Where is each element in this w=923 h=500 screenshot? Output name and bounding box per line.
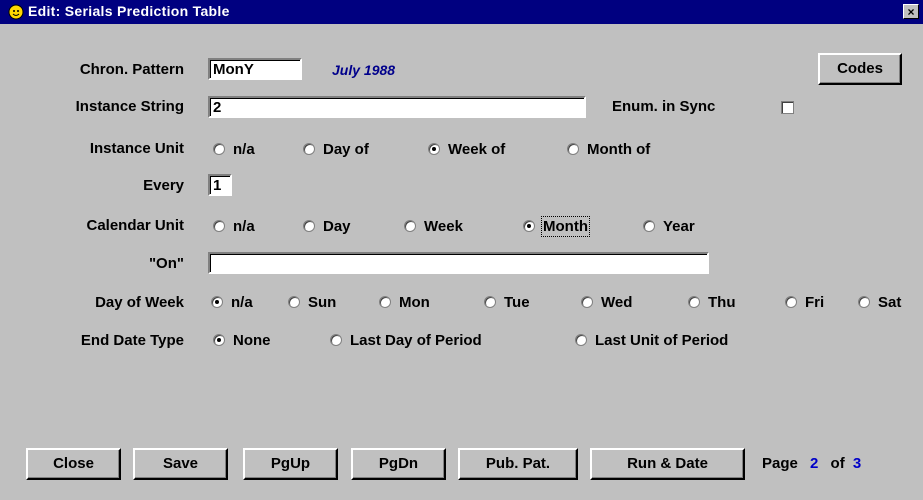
instance-string-label: Instance String — [75, 98, 184, 115]
radio-button-icon — [567, 143, 579, 155]
chron-pattern-date: July 1988 — [332, 62, 396, 78]
instance-unit-label: Instance Unit — [89, 140, 184, 157]
day-of-week-label: Day of Week — [95, 294, 184, 311]
on-label: "On" — [148, 255, 184, 272]
radio-button-icon — [288, 296, 300, 308]
app-icon — [8, 4, 24, 20]
radio-button-icon — [379, 296, 391, 308]
end-date-type-label: End Date Type — [80, 332, 184, 349]
radio-button-icon — [211, 296, 223, 308]
radio-button-icon — [785, 296, 797, 308]
every-label: Every — [143, 177, 184, 194]
end-date-type-option-none[interactable]: None — [213, 330, 271, 350]
day-of-week-option-tue[interactable]: Tue — [484, 292, 530, 312]
end-date-type-option-last-day[interactable]: Last Day of Period — [330, 330, 482, 350]
radio-button-icon — [858, 296, 870, 308]
enum-in-sync-checkbox[interactable] — [781, 101, 794, 114]
calendar-unit-option-week[interactable]: Week — [404, 216, 463, 236]
chron-pattern-input[interactable]: MonY — [208, 58, 302, 80]
radio-button-icon — [688, 296, 700, 308]
page-of-label: of — [830, 455, 845, 472]
chron-pattern-label: Chron. Pattern — [79, 61, 184, 78]
day-of-week-option-sat[interactable]: Sat — [858, 292, 901, 312]
radio-button-icon — [575, 334, 587, 346]
page-indicator: Page 2 of 3 — [762, 455, 861, 472]
instance-unit-option-na[interactable]: n/a — [213, 139, 255, 159]
page-label: Page — [762, 455, 798, 472]
window-title: Edit: Serials Prediction Table — [28, 3, 230, 19]
instance-unit-option-month-of[interactable]: Month of — [567, 139, 650, 159]
prediction-table-window: Edit: Serials Prediction Table × Chron. … — [0, 0, 923, 500]
calendar-unit-option-month[interactable]: Month — [523, 215, 590, 237]
calendar-unit-option-day[interactable]: Day — [303, 216, 351, 236]
radio-button-icon — [523, 220, 535, 232]
instance-string-input[interactable]: 2 — [208, 96, 586, 118]
page-down-button[interactable]: PgDn — [351, 448, 446, 480]
on-input[interactable] — [208, 252, 709, 274]
save-button[interactable]: Save — [133, 448, 228, 480]
radio-button-icon — [404, 220, 416, 232]
calendar-unit-option-na[interactable]: n/a — [213, 216, 255, 236]
instance-unit-option-day-of[interactable]: Day of — [303, 139, 369, 159]
radio-button-icon — [484, 296, 496, 308]
radio-button-icon — [303, 220, 315, 232]
enum-in-sync-label: Enum. in Sync — [612, 98, 716, 115]
radio-button-icon — [213, 143, 225, 155]
radio-button-icon — [330, 334, 342, 346]
page-current: 2 — [810, 455, 819, 472]
title-bar: Edit: Serials Prediction Table × — [0, 0, 923, 24]
instance-unit-option-week-of[interactable]: Week of — [428, 139, 505, 159]
calendar-unit-label: Calendar Unit — [86, 217, 184, 234]
page-up-button[interactable]: PgUp — [243, 448, 338, 480]
close-button[interactable]: Close — [26, 448, 121, 480]
radio-button-icon — [303, 143, 315, 155]
day-of-week-option-na[interactable]: n/a — [211, 292, 253, 312]
day-of-week-option-fri[interactable]: Fri — [785, 292, 824, 312]
close-icon[interactable]: × — [903, 4, 919, 19]
codes-button[interactable]: Codes — [818, 53, 902, 85]
run-date-button[interactable]: Run & Date — [590, 448, 745, 480]
radio-button-icon — [428, 143, 440, 155]
radio-button-icon — [213, 334, 225, 346]
end-date-type-option-last-unit[interactable]: Last Unit of Period — [575, 330, 728, 350]
day-of-week-option-thu[interactable]: Thu — [688, 292, 736, 312]
radio-button-icon — [643, 220, 655, 232]
page-total: 3 — [852, 455, 862, 472]
day-of-week-option-mon[interactable]: Mon — [379, 292, 430, 312]
day-of-week-option-wed[interactable]: Wed — [581, 292, 632, 312]
radio-button-icon — [213, 220, 225, 232]
every-input[interactable]: 1 — [208, 174, 232, 196]
calendar-unit-option-year[interactable]: Year — [643, 216, 695, 236]
day-of-week-option-sun[interactable]: Sun — [288, 292, 336, 312]
radio-button-icon — [581, 296, 593, 308]
pub-pat-button[interactable]: Pub. Pat. — [458, 448, 578, 480]
